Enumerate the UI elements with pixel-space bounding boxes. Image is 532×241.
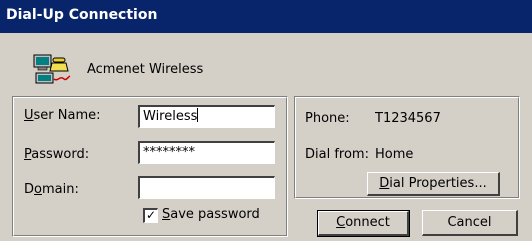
password-input[interactable]: ******** [138, 141, 275, 164]
cancel-button[interactable]: Cancel [422, 210, 518, 236]
dial-from-value: Home [375, 147, 414, 162]
text-caret [197, 108, 199, 122]
domain-label: Domain: [24, 182, 79, 197]
checkmark-icon: ✓ [145, 208, 157, 222]
save-password-label[interactable]: Save password [162, 207, 260, 222]
dial-from-label: Dial from: [305, 147, 369, 162]
user-name-value: Wireless [143, 109, 198, 124]
connection-name: Acmenet Wireless [87, 62, 204, 77]
user-name-label: User Name: [24, 108, 101, 123]
dialup-connection-icon [33, 54, 71, 84]
dial-properties-button[interactable]: Dial Properties... [367, 172, 500, 196]
connect-button[interactable]: Connect [317, 210, 410, 237]
save-password-checkbox[interactable]: ✓ [143, 208, 158, 223]
phone-label: Phone: [305, 111, 350, 126]
title-bar: Dial-Up Connection [0, 0, 532, 33]
password-label: Password: [24, 147, 90, 162]
user-name-input[interactable]: Wireless [138, 105, 275, 128]
password-value: ******** [143, 145, 195, 160]
domain-input[interactable] [138, 176, 275, 199]
window-title: Dial-Up Connection [6, 7, 158, 23]
phone-value: T1234567 [375, 111, 441, 126]
